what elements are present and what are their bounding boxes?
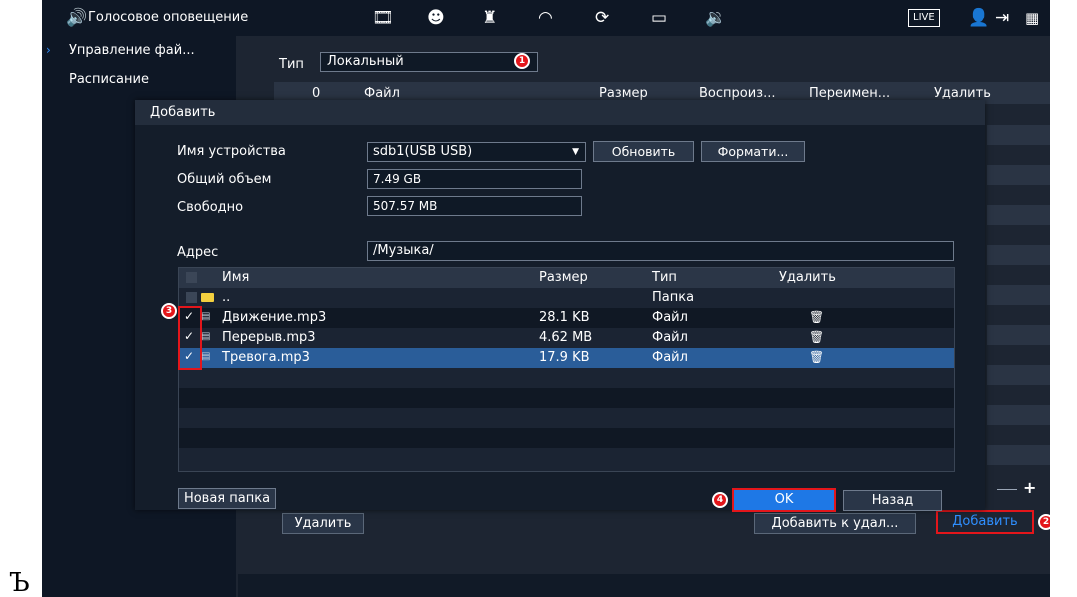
speaker-icon[interactable]: 🔉 [705,7,726,29]
table-row[interactable]: ✓ ▤ Перерыв.mp3 4.62 MB Файл 🗑 [179,328,954,348]
file-type: Папка [652,290,695,305]
step-marker: 4 [712,492,728,508]
address-label: Адрес [177,245,219,260]
plus-icon[interactable]: + [1023,478,1036,497]
column-header: Удалить [779,270,836,285]
live-button[interactable]: LIVE [908,9,940,27]
table-row[interactable]: ✓ ▤ Тревога.mp3 17.9 KB Файл 🗑 [179,348,954,368]
table-row [179,388,954,408]
ok-button[interactable]: OK [732,488,836,512]
gauge-icon[interactable]: ◠ [538,7,553,29]
chevron-right-icon: › [46,43,51,57]
file-type: Файл [652,350,688,365]
sidebar-item-file-management[interactable]: Управление фай... [69,43,195,58]
add-to-delete-button[interactable]: Добавить к удал... [754,513,916,534]
file-size: 17.9 KB [539,350,590,365]
page-title: Голосовое оповещение [88,10,249,25]
file-type: Файл [652,310,688,325]
column-header: Размер [599,86,648,101]
table-row [987,405,1050,425]
trash-icon[interactable]: 🗑 [809,310,824,324]
table-row [179,428,954,448]
column-header: Размер [539,270,588,285]
file-name: Движение.mp3 [222,310,327,325]
type-label: Тип [279,57,304,72]
divider [997,489,1017,490]
file-size: 4.62 MB [539,330,593,345]
dialog-header: Добавить [135,100,985,125]
new-folder-button[interactable]: Новая папка [178,488,276,509]
row-checkbox[interactable] [186,292,197,303]
format-button[interactable]: Формати... [701,141,805,162]
refresh-icon[interactable]: ⟳ [595,7,609,29]
top-bar: 🔊 Голосовое оповещение 🎞 ☻ ♜ ◠ ⟳ ▭ 🔉 LIV… [42,0,1050,36]
add-button[interactable]: Добавить [936,510,1034,534]
file-size: 28.1 KB [539,310,590,325]
column-header: Тип [652,270,677,285]
monitor-icon[interactable]: ▭ [651,7,667,29]
folder-icon [201,293,214,302]
table-row [987,205,1050,225]
sidebar-item-schedule[interactable]: Расписание [69,72,149,87]
device-select-value: sdb1(USB USB) [373,144,473,159]
file-table: Имя Размер Тип Удалить .. Папка ✓ ▤ Движ… [178,267,955,472]
step-marker: 1 [514,53,530,69]
file-icon: ▤ [201,351,211,362]
file-name: Перерыв.mp3 [222,330,316,345]
table-row [987,365,1050,385]
speaker-icon[interactable]: 🔊 [66,7,87,29]
column-header: 0 [312,86,321,101]
total-size-label: Общий объем [177,172,272,187]
device-name-label: Имя устройства [177,144,286,159]
table-row [987,165,1050,185]
free-space-field: 507.57 MB [367,196,582,216]
file-type: Файл [652,330,688,345]
address-field[interactable]: /Музыка/ [367,241,954,261]
step-marker: 2 [1038,514,1050,530]
delete-button[interactable]: Удалить [282,513,364,534]
table-row [987,445,1050,465]
device-select[interactable]: sdb1(USB USB) ▼ [367,142,586,162]
dialog-title: Добавить [150,105,216,120]
alarm-icon[interactable]: ♜ [482,7,497,29]
stray-character: Ъ [9,568,30,597]
table-row[interactable]: .. Папка [179,288,954,308]
file-name: Тревога.mp3 [222,350,310,365]
free-space-label: Свободно [177,200,244,215]
checkbox-highlight [178,306,202,370]
table-row [987,285,1050,305]
step-marker: 3 [161,303,177,319]
column-header: Имя [222,270,250,285]
type-select[interactable]: Локальный [320,52,538,72]
column-header: Воспроиз... [699,86,776,101]
column-header: Удалить [934,86,991,101]
total-size-field: 7.49 GB [367,169,582,189]
column-header: Файл [364,86,400,101]
table-row [987,245,1050,265]
qr-icon[interactable]: ▦ [1025,7,1039,29]
trash-icon[interactable]: 🗑 [809,350,824,364]
select-all-checkbox[interactable] [186,272,197,283]
refresh-button[interactable]: Обновить [593,141,694,162]
back-button[interactable]: Назад [843,490,942,511]
table-row [987,325,1050,345]
file-icon: ▤ [201,311,211,322]
table-row [987,125,1050,145]
file-table-header: Имя Размер Тип Удалить [179,268,954,288]
logout-icon[interactable]: ⇥ [995,7,1009,29]
film-icon[interactable]: 🎞 [372,7,394,29]
user-icon[interactable]: 👤 [968,7,989,29]
table-row[interactable]: ✓ ▤ Движение.mp3 28.1 KB Файл 🗑 [179,308,954,328]
file-icon: ▤ [201,331,211,342]
trash-icon[interactable]: 🗑 [809,330,824,344]
column-header: Переимен... [809,86,891,101]
file-name: .. [222,290,231,305]
chevron-down-icon: ▼ [572,147,579,157]
bottom-strip [238,574,1050,597]
face-icon[interactable]: ☻ [427,7,445,29]
add-dialog: Добавить Имя устройства sdb1(USB USB) ▼ … [135,100,985,512]
